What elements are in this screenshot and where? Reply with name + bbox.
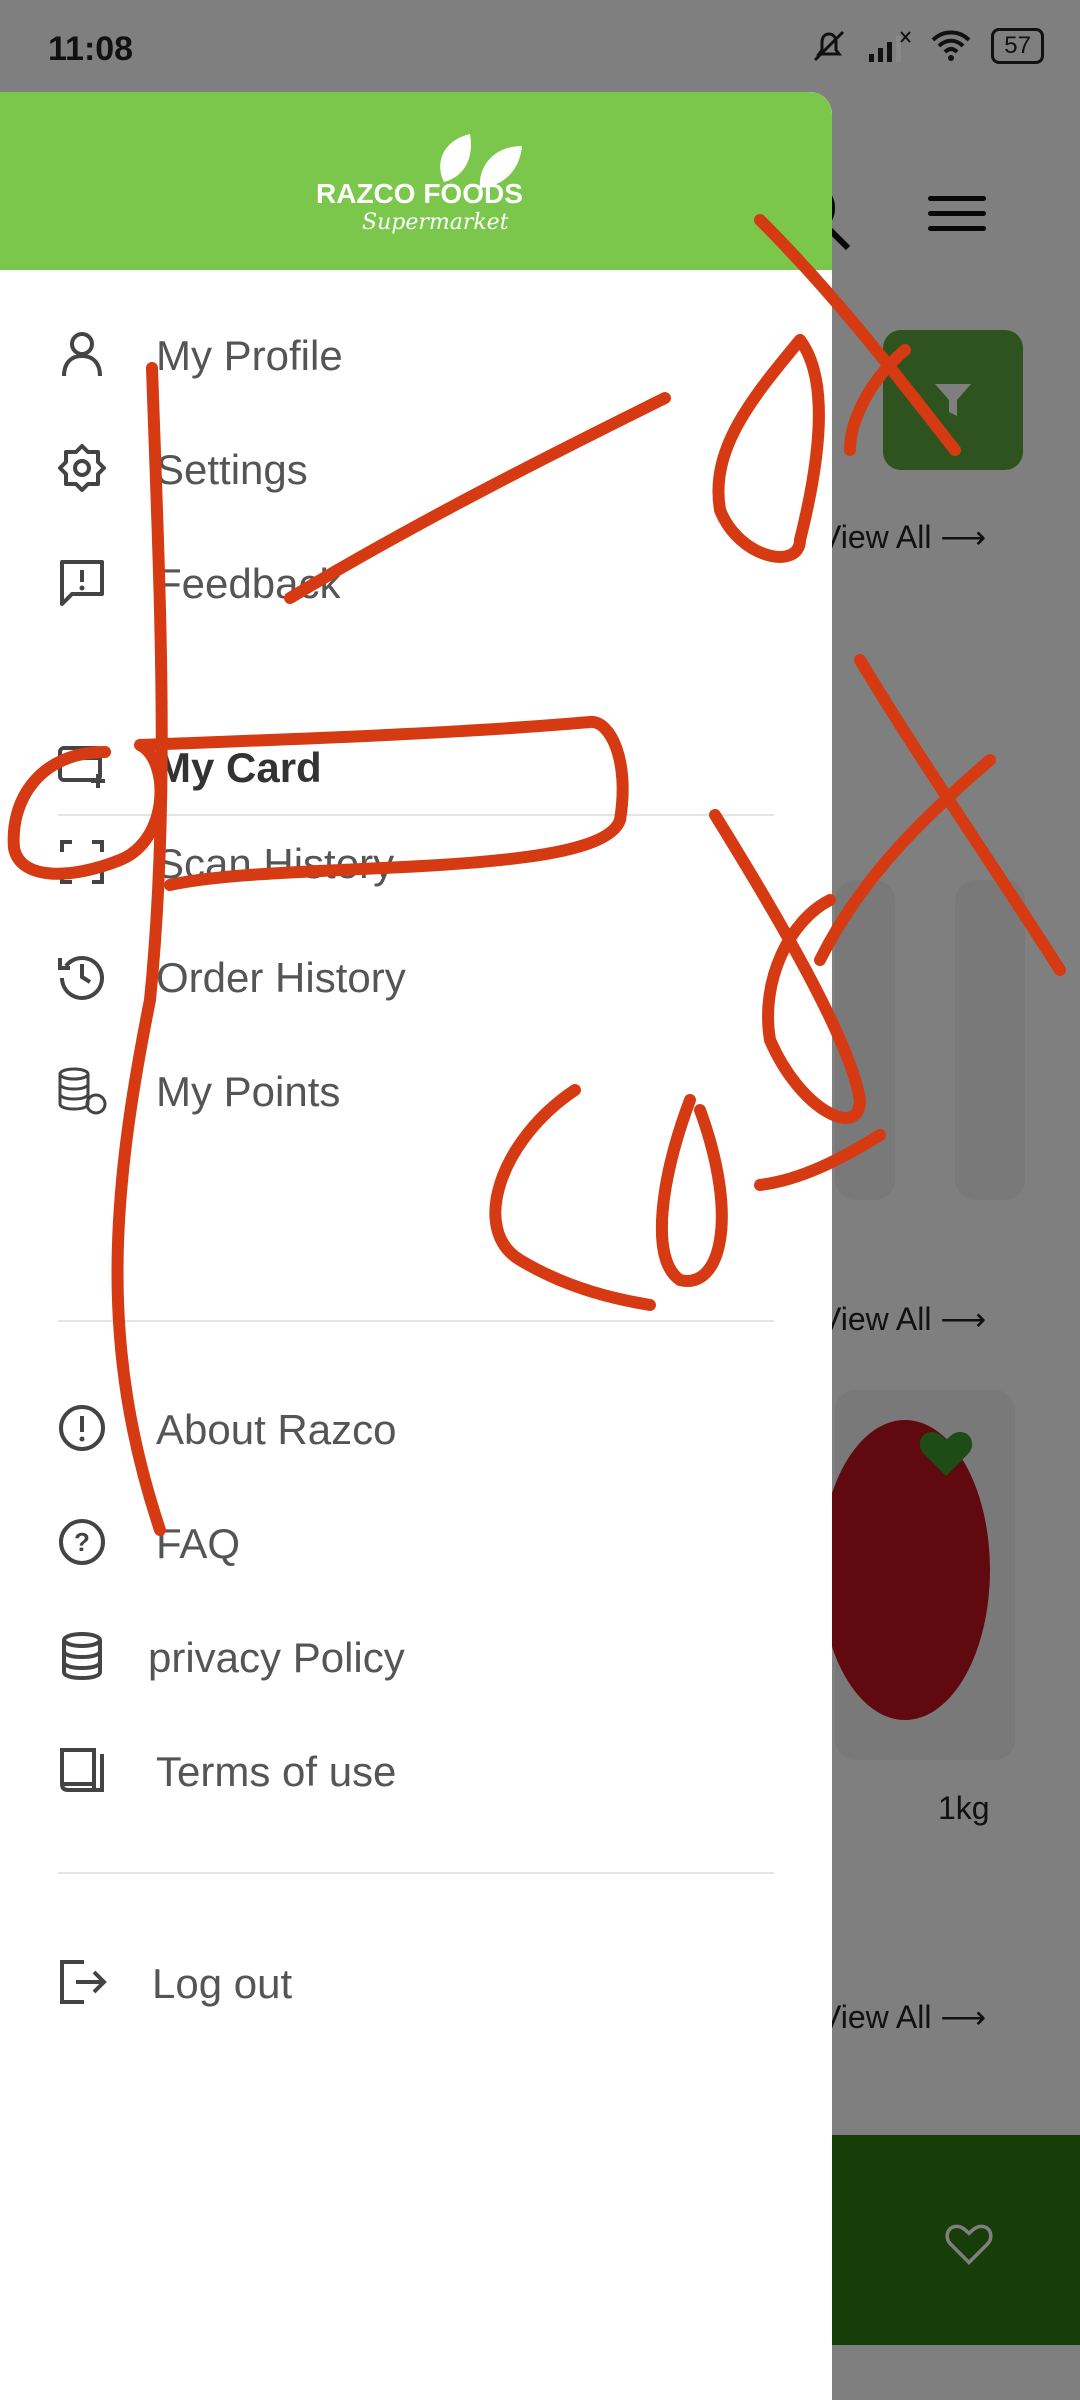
menu-label: Settings [156, 446, 308, 493]
status-icons: 57 [809, 26, 1044, 66]
menu-item-scan-history[interactable]: Scan History [0, 812, 832, 912]
status-bar: 11:08 57 [0, 0, 1080, 96]
menu-label: Scan History [156, 840, 395, 887]
menu-label: Log out [152, 1960, 293, 2007]
menu-item-privacy-policy[interactable]: privacy Policy [0, 1606, 832, 1706]
gear-icon [58, 444, 106, 492]
menu-label: Order History [156, 954, 406, 1001]
signal-icon [869, 31, 912, 62]
info-icon [59, 1405, 105, 1451]
menu-item-my-profile[interactable]: My Profile [0, 304, 832, 404]
scan-icon [60, 840, 104, 884]
menu-label: About Razco [156, 1406, 397, 1453]
question-icon: ? [59, 1519, 105, 1565]
battery-icon: 57 [991, 28, 1044, 64]
person-icon [62, 332, 102, 377]
menu-divider [58, 1872, 774, 1874]
logout-icon [60, 1960, 107, 2004]
menu-item-my-points[interactable]: My Points [0, 1040, 832, 1140]
history-icon [58, 956, 104, 1000]
database-icon [62, 1632, 102, 1681]
menu-item-feedback[interactable]: Feedback [0, 532, 832, 632]
coins-icon [58, 1067, 107, 1115]
mute-icon [814, 30, 845, 62]
feedback-icon [60, 560, 104, 606]
menu-label: privacy Policy [148, 1634, 405, 1681]
card-add-icon [58, 746, 105, 788]
svg-text:?: ? [74, 1527, 90, 1557]
menu-label: My Card [156, 744, 322, 791]
status-time: 11:08 [48, 30, 134, 68]
drawer-header: RAZCO FOODS Supermarket [0, 92, 832, 270]
menu-label: My Points [156, 1068, 341, 1115]
menu-label: Terms of use [156, 1748, 397, 1795]
book-icon [60, 1748, 104, 1792]
navigation-drawer: RAZCO FOODS Supermarket My Profile Setti… [0, 92, 832, 2400]
logo-title: RAZCO FOODS [316, 178, 523, 209]
menu-item-terms-of-use[interactable]: Terms of use [0, 1720, 832, 1820]
menu-item-settings[interactable]: Settings [0, 418, 832, 518]
menu-item-order-history[interactable]: Order History [0, 926, 832, 1026]
menu-label: FAQ [156, 1520, 241, 1567]
menu-label: Feedback [156, 560, 341, 607]
menu-item-my-card[interactable]: My Card [0, 716, 832, 816]
razco-logo: RAZCO FOODS Supermarket [310, 132, 530, 242]
menu-divider [58, 1320, 774, 1322]
menu-item-faq[interactable]: ? FAQ [0, 1492, 832, 1592]
menu-item-about-razco[interactable]: About Razco [0, 1378, 832, 1478]
wifi-icon [931, 30, 971, 61]
logo-subtitle: Supermarket [362, 210, 509, 235]
menu-item-log-out[interactable]: Log out [0, 1932, 832, 2032]
menu-label: My Profile [156, 332, 343, 379]
